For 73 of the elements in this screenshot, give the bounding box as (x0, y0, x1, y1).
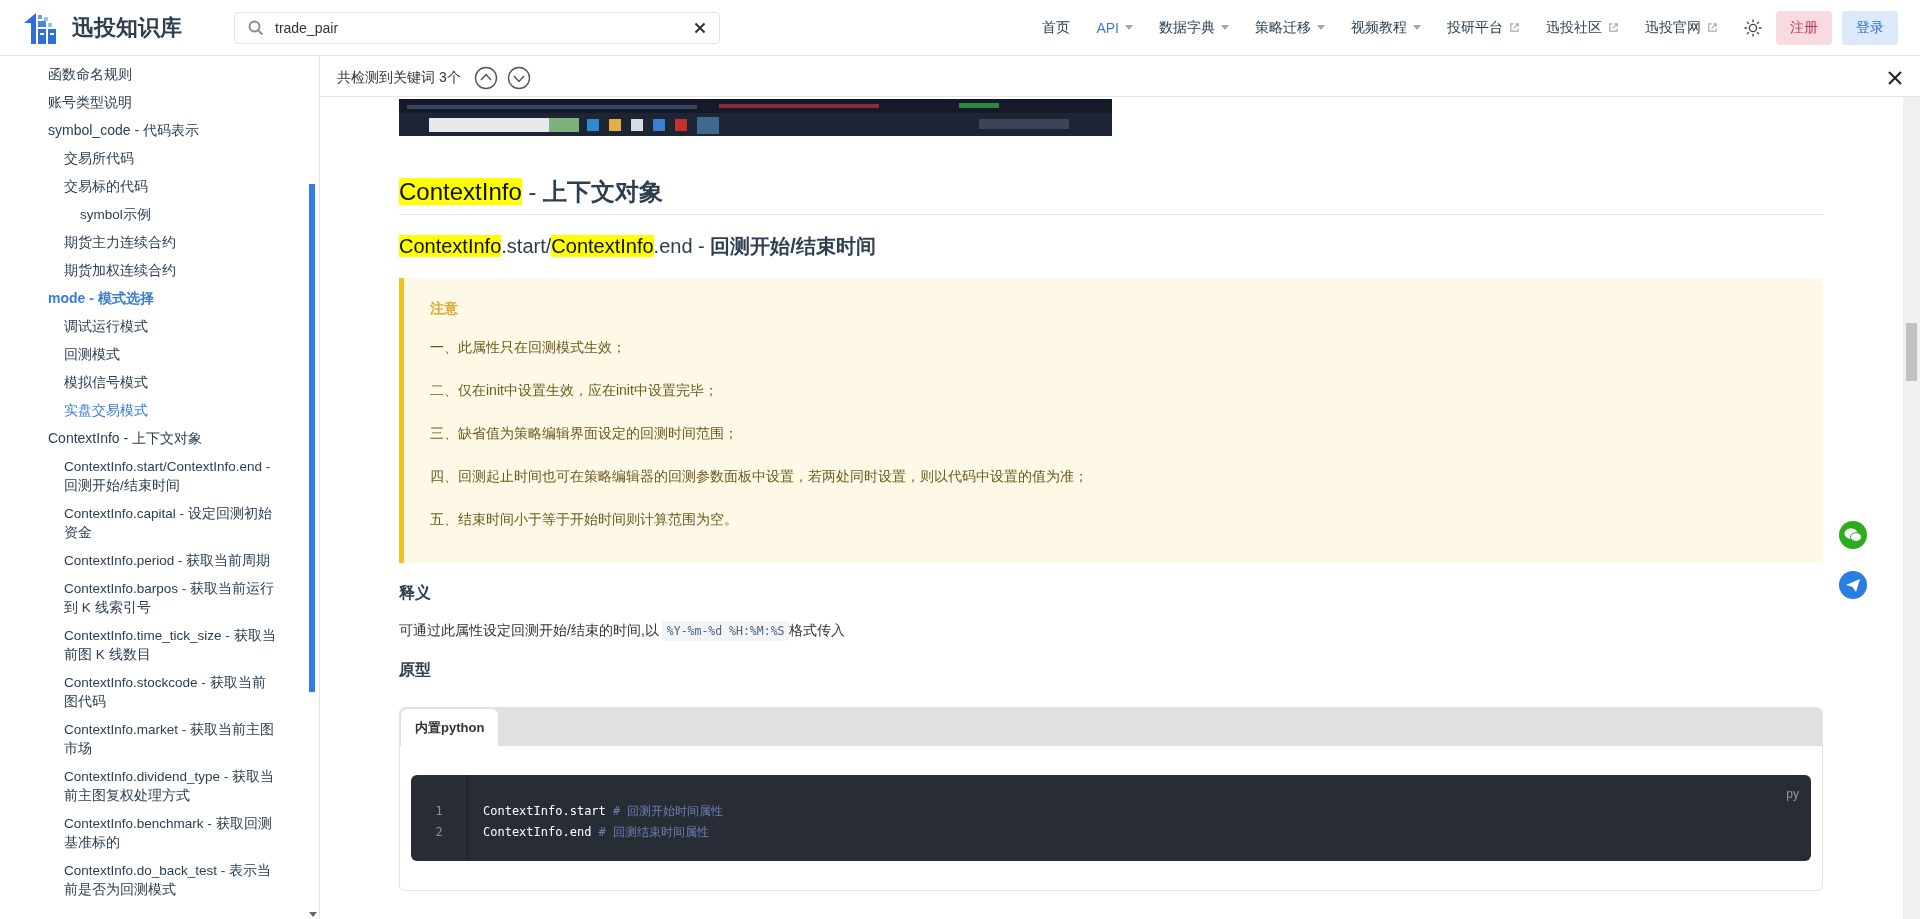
code-line: ContextInfo.start # 回测开始时间属性 (483, 803, 724, 820)
external-link-icon (1608, 22, 1619, 33)
sidebar-item[interactable]: 调试运行模式 (0, 312, 309, 340)
sidebar-item[interactable]: symbol示例 (0, 200, 309, 228)
close-icon[interactable] (1888, 71, 1902, 85)
sidebar-item[interactable]: ContextInfo - 上下文对象 (0, 424, 309, 452)
code-line: ContextInfo.end # 回测结束时间属性 (483, 824, 711, 841)
caret-icon (1221, 25, 1229, 30)
sidebar-item[interactable]: symbol_code - 代码表示 (0, 116, 309, 144)
line-number: 1 (435, 803, 443, 820)
caret-icon (1317, 25, 1325, 30)
nav-link[interactable]: 首页 (1042, 18, 1071, 37)
sidebar-item[interactable]: ContextInfo.period - 获取当前周期 (0, 546, 309, 574)
subsection-title: ContextInfo.start/ContextInfo.end - 回测开始/结束时间 (399, 234, 877, 259)
sidebar-item[interactable]: 函数命名规则 (0, 60, 309, 88)
nav-link[interactable]: 迅投社区 (1546, 18, 1619, 37)
sidebar-item[interactable]: ContextInfo.capital - 设定回测初始资金 (0, 499, 309, 546)
sidebar-item[interactable]: 账号类型说明 (0, 88, 309, 116)
sun-icon[interactable] (1744, 18, 1762, 37)
sidebar-item[interactable]: 期货加权连续合约 (0, 256, 309, 284)
scrollbar-thumb[interactable] (309, 184, 315, 692)
sidebar-item[interactable]: ContextInfo.stockcode - 获取当前图代码 (0, 668, 309, 715)
login-button[interactable]: 登录 (1842, 10, 1898, 45)
nav-link[interactable]: 投研平台 (1447, 18, 1520, 37)
note-text: 二、仅在init中设置生效，应在init中设置完毕； (430, 381, 719, 400)
sidebar-item[interactable]: 交易所代码 (0, 144, 309, 172)
sidebar-item[interactable]: 交易标的代码 (0, 172, 309, 200)
sidebar-item[interactable]: ContextInfo.dividend_type - 获取当前主图复权处理方式 (0, 762, 309, 809)
note-title: 注意 (430, 300, 459, 318)
sidebar-item[interactable]: ContextInfo.start/ContextInfo.end - 回测开始/结束时间 (0, 452, 309, 499)
register-button[interactable]: 注册 (1776, 10, 1832, 45)
code-tab[interactable]: 内置python (401, 709, 499, 746)
sidebar-item[interactable]: 模拟信号模式 (0, 368, 309, 396)
sidebar-item[interactable]: 期货主力连续合约 (0, 228, 309, 256)
sidebar-item[interactable]: ContextInfo.time_tick_size - 获取当前图 K 线数目 (0, 621, 309, 668)
chat-icon[interactable] (1839, 521, 1867, 549)
sidebar-item[interactable]: 回测模式 (0, 340, 309, 368)
logo-icon[interactable] (22, 10, 58, 45)
paper-plane-icon[interactable] (1839, 571, 1867, 599)
clear-icon[interactable] (694, 21, 706, 34)
paragraph: 可通过此属性设定回测开始/结束的时间,以 %Y-%m-%d %H:%M:%S 格式传入 (399, 622, 1823, 640)
scrollbar-thumb[interactable] (1906, 323, 1917, 381)
caret-icon (1413, 25, 1421, 30)
site-title[interactable]: 迅投知识库 (72, 12, 182, 43)
heading: 释义 (399, 583, 432, 603)
nav-link[interactable]: 迅投官网 (1645, 18, 1718, 37)
external-link-icon (1707, 22, 1718, 33)
sidebar-item[interactable]: ContextInfo.benchmark - 获取回测基准标的 (0, 809, 309, 856)
language-label: py (1786, 787, 1799, 801)
heading: 原型 (399, 660, 432, 680)
scroll-down-icon[interactable] (309, 912, 317, 917)
caret-icon (1125, 25, 1133, 30)
external-link-icon (1509, 22, 1520, 33)
sidebar-item[interactable]: mode - 模式选择 (0, 284, 309, 312)
nav-link[interactable]: 策略迁移 (1255, 18, 1325, 37)
note-text: 四、回测起止时间也可在策略编辑器的回测参数面板中设置，若两处同时设置，则以代码中设置的值为准； (430, 467, 1089, 486)
line-number: 2 (435, 824, 443, 841)
sidebar-item[interactable]: ContextInfo.market - 获取当前主图市场 (0, 715, 309, 762)
nav-link[interactable]: 数据字典 (1159, 18, 1229, 37)
note-text: 一、此属性只在回测模式生效； (430, 338, 627, 357)
sidebar-item[interactable]: 实盘交易模式 (0, 396, 309, 424)
note-text: 五、结束时间小于等于开始时间则计算范围为空。 (430, 510, 739, 529)
sidebar-item[interactable]: ContextInfo.barpos - 获取当前运行到 K 线索引号 (0, 574, 309, 621)
note-text: 三、缺省值为策略编辑界面设定的回测时间范围； (430, 424, 739, 443)
nav-link[interactable]: API (1096, 19, 1133, 36)
next-match-icon[interactable] (506, 66, 531, 90)
search-field[interactable]: trade_pair (234, 11, 720, 44)
sidebar-item[interactable]: ContextInfo.do_back_test - 表示当前是否为回测模式 (0, 856, 309, 903)
section-title: ContextInfo - 上下文对象 (399, 176, 1823, 215)
nav-link[interactable]: 视频教程 (1351, 18, 1421, 37)
previous-match-icon[interactable] (473, 66, 498, 90)
search-icon (248, 19, 264, 36)
match-count: 共检测到关键词 3个 (337, 69, 461, 87)
